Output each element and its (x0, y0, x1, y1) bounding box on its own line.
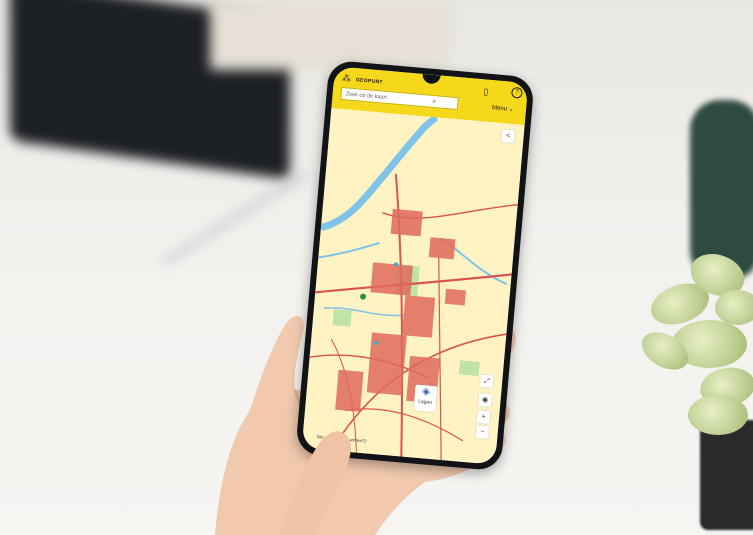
search-icon[interactable]: ⌕ (432, 98, 437, 106)
search-input[interactable]: Zoek op de kaart (340, 86, 459, 111)
layers-button[interactable]: ◈ Lagen (413, 384, 438, 413)
menu-button[interactable]: Menu ⌄ (492, 104, 514, 113)
zoom-out-button[interactable]: − (475, 424, 490, 440)
thumb (280, 431, 351, 535)
locate-icon[interactable]: ◉ (477, 393, 493, 408)
photo-scene: ⁂ GEOPUNT ▯ ? Zoek op de kaart ⌕ Menu ⌄ (0, 0, 753, 535)
share-icon[interactable]: < (501, 129, 516, 144)
background-cactus (690, 100, 753, 280)
help-icon[interactable]: ? (510, 86, 523, 99)
layers-label: Lagen (417, 398, 433, 406)
book-map-icon[interactable]: ▯ (483, 86, 489, 97)
plant-pot (700, 420, 753, 530)
app-brand: GEOPUNT (355, 77, 383, 86)
zoom-in-button[interactable]: + (476, 410, 491, 425)
background-pencil (161, 170, 309, 266)
background-papers (210, 0, 450, 70)
geopunt-logo-icon[interactable]: ⁂ (342, 73, 352, 85)
fullscreen-icon[interactable]: ⤢ (479, 374, 494, 389)
